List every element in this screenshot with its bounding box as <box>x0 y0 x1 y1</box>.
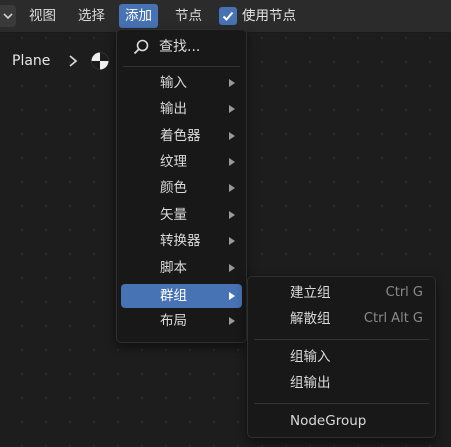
breadcrumb-object: Plane <box>12 53 51 69</box>
menu-item-label: 脚本 <box>160 260 187 276</box>
menu-item-label: 解散组 <box>290 311 331 327</box>
editor-type-dropdown[interactable] <box>0 5 16 27</box>
use-nodes-checkbox[interactable] <box>219 7 237 25</box>
menu-item-label: 颜色 <box>160 180 187 196</box>
menu-item-group-output[interactable]: 组输出 <box>252 371 431 395</box>
menu-item-label: 矢量 <box>160 207 187 223</box>
menu-item-label: 转换器 <box>160 233 201 249</box>
group-submenu: 建立组 Ctrl G 解散组 Ctrl Alt G 组输入 组输出 NodeGr… <box>247 276 436 438</box>
submenu-arrow-icon <box>229 79 235 87</box>
menu-node[interactable]: 节点 <box>169 4 208 28</box>
menu-item-vector[interactable]: 矢量 <box>121 203 242 227</box>
search-icon <box>133 39 149 55</box>
menu-item-group[interactable]: 群组 <box>121 284 242 308</box>
submenu-arrow-icon <box>229 211 235 219</box>
menu-select[interactable]: 选择 <box>72 4 111 28</box>
menu-item-label: NodeGroup <box>290 413 367 429</box>
submenu-arrow-icon <box>229 237 235 245</box>
menu-item-label: 组输出 <box>290 375 331 391</box>
shortcut-label: Ctrl Alt G <box>363 311 423 326</box>
menu-divider <box>254 403 429 404</box>
menu-divider <box>254 339 429 340</box>
menu-item-layout[interactable]: 布局 <box>121 309 242 333</box>
submenu-arrow-icon <box>229 158 235 166</box>
menu-item-label: 建立组 <box>290 285 331 301</box>
menu-item-label: 布局 <box>160 313 187 329</box>
search-label: 查找... <box>159 39 201 55</box>
menu-item-label: 输入 <box>160 75 187 91</box>
checkmark-icon <box>222 11 234 21</box>
menu-view[interactable]: 视图 <box>23 4 62 28</box>
shortcut-label: Ctrl G <box>385 285 423 300</box>
menu-item-ungroup[interactable]: 解散组 Ctrl Alt G <box>252 307 431 331</box>
submenu-arrow-icon <box>229 105 235 113</box>
menu-item-label: 着色器 <box>160 128 201 144</box>
material-ball-icon <box>91 52 109 70</box>
menu-item-group-input[interactable]: 组输入 <box>252 345 431 369</box>
menu-item-script[interactable]: 脚本 <box>121 256 242 280</box>
menu-item-color[interactable]: 颜色 <box>121 176 242 200</box>
submenu-arrow-icon <box>229 317 235 325</box>
menu-item-texture[interactable]: 纹理 <box>121 150 242 174</box>
menu-item-label: 组输入 <box>290 349 331 365</box>
menu-item-converter[interactable]: 转换器 <box>121 229 242 253</box>
chevron-right-icon <box>69 55 78 67</box>
menu-item-make-group[interactable]: 建立组 Ctrl G <box>252 281 431 305</box>
menu-add[interactable]: 添加 <box>119 4 158 28</box>
submenu-arrow-icon <box>229 264 235 272</box>
menu-item-label: 群组 <box>160 288 187 304</box>
menu-divider <box>123 66 240 67</box>
menu-item-output[interactable]: 输出 <box>121 97 242 121</box>
add-menu: 查找... 输入 输出 着色器 纹理 颜色 矢量 转换器 脚本 群组 布局 <box>116 29 247 343</box>
menu-item-shader[interactable]: 着色器 <box>121 124 242 148</box>
search-menu-item[interactable]: 查找... <box>117 34 246 60</box>
submenu-arrow-icon <box>229 132 235 140</box>
submenu-arrow-icon <box>229 292 235 300</box>
chevron-down-icon <box>3 13 13 20</box>
menu-item-label: 输出 <box>160 101 187 117</box>
menu-item-input[interactable]: 输入 <box>121 71 242 95</box>
use-nodes-label: 使用节点 <box>242 8 296 24</box>
submenu-arrow-icon <box>229 184 235 192</box>
menu-item-nodegroup[interactable]: NodeGroup <box>252 409 431 433</box>
menu-item-label: 纹理 <box>160 154 187 170</box>
